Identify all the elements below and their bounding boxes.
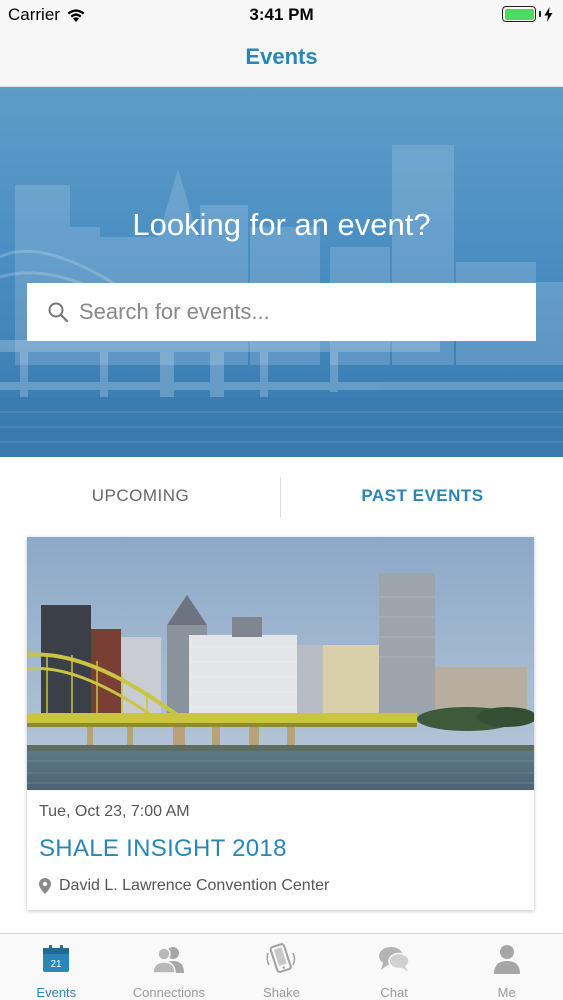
event-card[interactable]: Tue, Oct 23, 7:00 AM SHALE INSIGHT 2018 …: [27, 537, 534, 910]
tab-bar-label-me: Me: [497, 985, 516, 1000]
bottom-tab-bar: 21 Events Connections Shake Chat Me: [0, 933, 563, 1000]
tab-bar-label-shake: Shake: [263, 985, 300, 1000]
search-icon: [48, 302, 69, 323]
navigation-bar: Events: [0, 30, 563, 87]
battery-icon: [502, 6, 536, 22]
person-icon: [490, 942, 524, 976]
hero-heading: Looking for an event?: [132, 207, 431, 242]
tab-bar-item-events[interactable]: 21 Events: [0, 934, 113, 1000]
tab-upcoming[interactable]: UPCOMING: [0, 457, 281, 535]
location-pin-icon: [39, 878, 51, 894]
battery-fill: [504, 8, 534, 20]
tab-bar-label-chat: Chat: [380, 985, 408, 1000]
pittsburgh-skyline-photo: [27, 537, 534, 790]
people-icon: [152, 942, 186, 976]
event-location-label: David L. Lawrence Convention Center: [59, 877, 330, 894]
event-search-input[interactable]: Search for events...: [27, 283, 536, 341]
tab-bar-label-events: Events: [36, 985, 77, 1000]
battery-indicator: [502, 6, 553, 22]
calendar-icon: 21: [39, 942, 73, 976]
tab-bar-item-me[interactable]: Me: [450, 934, 563, 1000]
search-placeholder: Search for events...: [79, 299, 270, 324]
tab-divider: [280, 477, 281, 517]
events-screen: Carrier 3:41 PM Events Looking for an ev…: [0, 0, 563, 1000]
calendar-day-number: 21: [51, 959, 63, 970]
clock: 3:41 PM: [249, 5, 314, 24]
city-skyline-background: [0, 145, 563, 457]
hero-banner: Looking for an event? Search for events.…: [0, 87, 563, 457]
charging-bolt-icon: [544, 6, 553, 22]
tab-bar-item-shake[interactable]: Shake: [225, 934, 338, 1000]
status-bar: Carrier 3:41 PM: [0, 0, 563, 30]
event-title: SHALE INSIGHT 2018: [39, 835, 287, 862]
event-date: Tue, Oct 23, 7:00 AM: [39, 803, 190, 820]
page-title: Events: [245, 44, 318, 69]
event-image: [27, 537, 534, 790]
phone-shake-icon: [264, 942, 298, 976]
chat-bubbles-icon: [377, 942, 411, 976]
tab-bar-item-connections[interactable]: Connections: [113, 934, 226, 1000]
tab-bar-label-connections: Connections: [132, 985, 206, 1000]
tab-bar-item-chat[interactable]: Chat: [338, 934, 451, 1000]
battery-tip: [539, 11, 541, 17]
event-tabs: UPCOMING PAST EVENTS: [0, 457, 563, 535]
tab-past-events[interactable]: PAST EVENTS: [282, 457, 563, 535]
event-location: David L. Lawrence Convention Center: [39, 877, 329, 895]
